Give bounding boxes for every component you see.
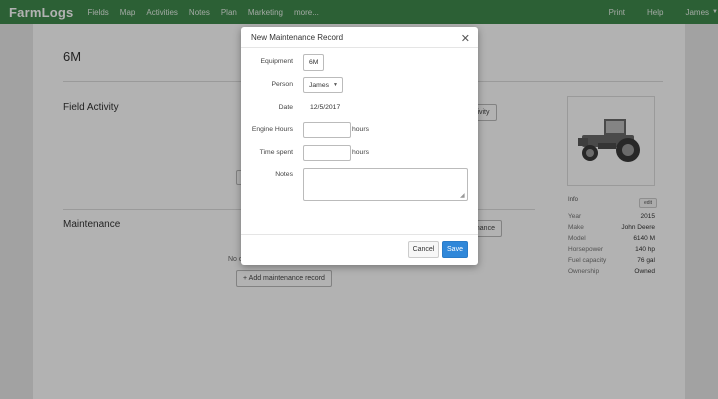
equipment-select[interactable]: 6M <box>303 54 324 71</box>
cancel-button[interactable]: Cancel <box>408 241 439 258</box>
person-label: Person <box>271 81 293 88</box>
date-label: Date <box>278 104 293 111</box>
modal-title: New Maintenance Record <box>251 33 344 42</box>
time-spent-input[interactable] <box>303 145 351 161</box>
date-value[interactable]: 12/5/2017 <box>310 104 340 111</box>
time-spent-unit: hours <box>352 149 370 156</box>
new-maintenance-record-dialog: New Maintenance Record ✕ Equipment 6M Pe… <box>241 27 478 265</box>
chevron-down-icon: ▼ <box>333 82 338 88</box>
engine-hours-label: Engine Hours <box>251 126 293 133</box>
engine-hours-unit: hours <box>352 126 370 133</box>
modal-footer-divider <box>241 234 478 235</box>
resize-handle-icon[interactable]: ◢ <box>460 192 465 199</box>
person-select-value: James <box>309 81 330 89</box>
close-icon[interactable]: ✕ <box>461 32 470 45</box>
person-select[interactable]: James ▼ <box>303 77 343 93</box>
engine-hours-input[interactable] <box>303 122 351 138</box>
save-button[interactable]: Save <box>442 241 468 258</box>
notes-textarea[interactable] <box>303 168 468 201</box>
notes-label: Notes <box>275 171 293 178</box>
equipment-label: Equipment <box>260 58 294 65</box>
time-spent-label: Time spent <box>259 149 293 156</box>
modal-header-divider <box>241 47 478 48</box>
